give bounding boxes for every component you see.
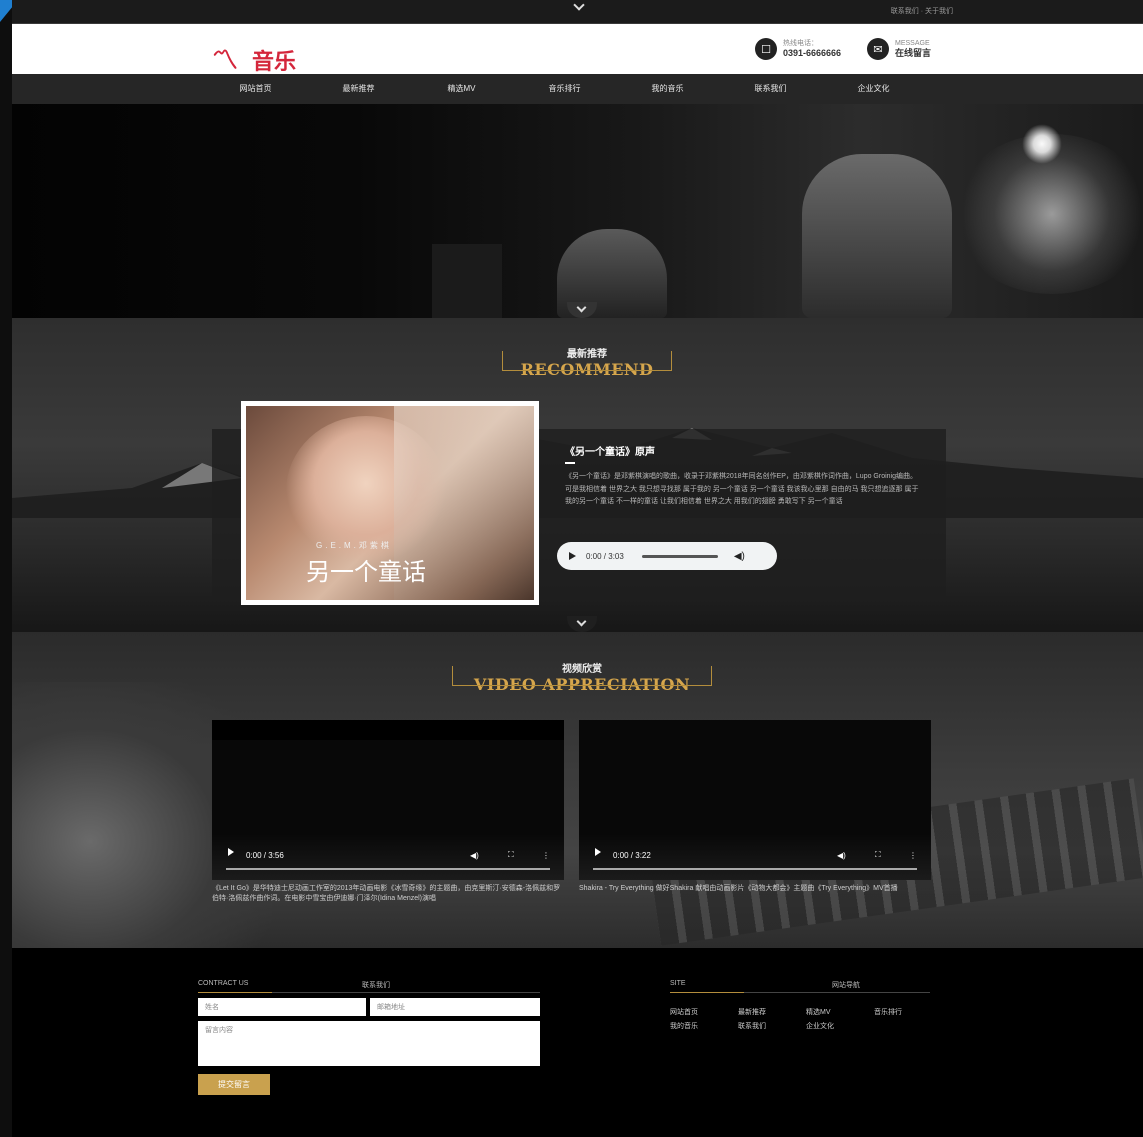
album-artist: G.E.M.邓紫棋 bbox=[316, 541, 392, 550]
stage-glow bbox=[952, 134, 1143, 294]
album-cover[interactable]: G.E.M.邓紫棋 另一个童话 bbox=[241, 401, 539, 605]
footer-link-mv[interactable]: 精选MV bbox=[806, 1006, 874, 1020]
message-link[interactable]: 在线留言 bbox=[895, 48, 931, 59]
top-strip: 联系我们 · 关于我们 bbox=[12, 0, 1143, 24]
phone-label: 热线电话： bbox=[783, 40, 818, 47]
volume-icon[interactable]: ◀) bbox=[734, 551, 745, 562]
video-description-1: 《Let It Go》是华特迪士尼动画工作室的2013年动画电影《冰雪奇缘》的主… bbox=[212, 885, 561, 902]
site-logo[interactable]: 〽 音乐 bbox=[212, 38, 332, 76]
site-heading-en: SITE bbox=[670, 980, 686, 987]
footer-link-culture[interactable]: 企业文化 bbox=[806, 1020, 874, 1034]
video-player-2[interactable]: 0:00 / 3:22 ◀) ⛶ ⋮ bbox=[579, 720, 931, 880]
video-description-2: Shakira - Try Everything 做好Shakira 献唱由动画… bbox=[579, 885, 898, 892]
phone-number: 0391-6666666 bbox=[783, 48, 842, 58]
more-options-icon[interactable]: ⋮ bbox=[909, 851, 917, 860]
album-art: G.E.M.邓紫棋 另一个童话 bbox=[246, 406, 534, 600]
submit-message-button[interactable]: 提交留言 bbox=[198, 1074, 270, 1095]
chevron-down-icon bbox=[576, 302, 587, 313]
nav-item-culture[interactable]: 企业文化 bbox=[822, 74, 925, 104]
stage-equipment bbox=[432, 244, 502, 318]
chevron-down-icon[interactable] bbox=[573, 0, 585, 11]
album-name: 另一个童话 bbox=[306, 558, 426, 586]
heading-bracket bbox=[502, 351, 672, 371]
play-icon[interactable] bbox=[595, 848, 601, 856]
contact-heading-accent bbox=[198, 992, 272, 993]
nav-item-ranking[interactable]: 音乐排行 bbox=[513, 74, 616, 104]
video-letterbox bbox=[212, 720, 564, 740]
volume-icon[interactable]: ◀) bbox=[837, 851, 846, 860]
nav-item-my-music[interactable]: 我的音乐 bbox=[616, 74, 719, 104]
site-frame: 联系我们 · 关于我们 〽 音乐 ☐ 热线电话： 0391-6666666 ✉ … bbox=[12, 0, 1143, 1137]
audio-time: 0:00 / 3:03 bbox=[586, 551, 624, 561]
footer-link-recommend[interactable]: 最新推荐 bbox=[738, 1006, 806, 1020]
footer-link-contact[interactable]: 联系我们 bbox=[738, 1020, 806, 1034]
song-description: 《另一个童话》是邓紫棋演唱的歌曲，收录于邓紫棋2018年同名创作EP，由邓紫棋作… bbox=[565, 473, 919, 505]
main-nav: 网站首页 最新推荐 精选MV 音乐排行 我的音乐 联系我们 企业文化 bbox=[12, 74, 1143, 104]
volume-icon[interactable]: ◀) bbox=[470, 851, 479, 860]
video-player-1[interactable]: 0:00 / 3:56 ◀) ⛶ ⋮ bbox=[212, 720, 564, 880]
site-heading-cn: 网站导航 bbox=[832, 982, 860, 989]
site-heading-accent bbox=[670, 992, 744, 993]
fullscreen-icon[interactable]: ⛶ bbox=[875, 850, 881, 860]
play-icon[interactable] bbox=[569, 552, 576, 560]
chevron-down-icon bbox=[576, 616, 587, 627]
phone-icon: ☐ bbox=[755, 38, 777, 60]
message-contact[interactable]: ✉ MESSAGE 在线留言 bbox=[867, 38, 931, 60]
top-links[interactable]: 联系我们 · 关于我们 bbox=[891, 6, 953, 16]
recommend-heading: 最新推荐 RECOMMEND bbox=[502, 345, 672, 379]
video-progress[interactable] bbox=[593, 868, 917, 870]
nav-item-contact[interactable]: 联系我们 bbox=[719, 74, 822, 104]
recommend-section: 最新推荐 RECOMMEND G.E.M.邓紫棋 另一个童话 《另一个童话》原声… bbox=[12, 318, 1143, 632]
contact-heading-cn: 联系我们 bbox=[362, 982, 390, 989]
footer-link-ranking[interactable]: 音乐排行 bbox=[874, 1006, 942, 1020]
message-label: MESSAGE bbox=[895, 40, 930, 47]
footer-link-home[interactable]: 网站首页 bbox=[670, 1006, 738, 1020]
phone-contact: ☐ 热线电话： 0391-6666666 bbox=[755, 38, 841, 60]
video-time: 0:00 / 3:56 bbox=[246, 851, 284, 860]
video-heading: 视频欣赏 VIDEO APPRECIATION bbox=[452, 660, 712, 694]
video-progress[interactable] bbox=[226, 868, 550, 870]
heading-bracket bbox=[452, 666, 712, 686]
audio-progress[interactable] bbox=[641, 554, 718, 558]
name-input[interactable]: 姓名 bbox=[198, 998, 366, 1016]
video-time: 0:00 / 3:22 bbox=[613, 851, 651, 860]
fullscreen-icon[interactable]: ⛶ bbox=[508, 850, 514, 860]
footer-site-links: 网站首页 最新推荐 精选MV 音乐排行 我的音乐 联系我们 企业文化 bbox=[670, 1006, 950, 1034]
video-section: 视频欣赏 VIDEO APPRECIATION 0:00 / 3:56 ◀) ⛶… bbox=[12, 632, 1143, 948]
song-title[interactable]: 《另一个童话》原声 bbox=[565, 443, 655, 458]
page: 联系我们 · 关于我们 〽 音乐 ☐ 热线电话： 0391-6666666 ✉ … bbox=[0, 0, 1143, 1137]
logo-mark-icon: 〽 bbox=[212, 46, 239, 76]
play-icon[interactable] bbox=[228, 848, 234, 856]
more-options-icon[interactable]: ⋮ bbox=[542, 851, 550, 860]
hero-banner bbox=[12, 104, 1143, 318]
email-input[interactable]: 邮箱地址 bbox=[370, 998, 540, 1016]
site-footer: CONTRACT US 联系我们 姓名 邮箱地址 留言内容 提交留言 SITE … bbox=[12, 948, 1143, 1137]
message-icon: ✉ bbox=[867, 38, 889, 60]
footer-link-my-music[interactable]: 我的音乐 bbox=[670, 1020, 738, 1034]
site-header: 〽 音乐 ☐ 热线电话： 0391-6666666 ✉ MESSAGE 在线留言 bbox=[12, 24, 1143, 76]
logo-text: 音乐 bbox=[252, 49, 297, 75]
title-divider bbox=[565, 462, 575, 464]
nav-item-home[interactable]: 网站首页 bbox=[204, 74, 307, 104]
nav-item-recommend[interactable]: 最新推荐 bbox=[307, 74, 410, 104]
singer-figure bbox=[802, 154, 952, 318]
contact-heading-en: CONTRACT US bbox=[198, 980, 249, 987]
message-textarea[interactable]: 留言内容 bbox=[198, 1021, 540, 1066]
nav-item-mv[interactable]: 精选MV bbox=[410, 74, 513, 104]
audio-player[interactable]: 0:00 / 3:03 ◀) bbox=[557, 542, 777, 570]
recommend-scroll-chevron[interactable] bbox=[567, 616, 597, 632]
